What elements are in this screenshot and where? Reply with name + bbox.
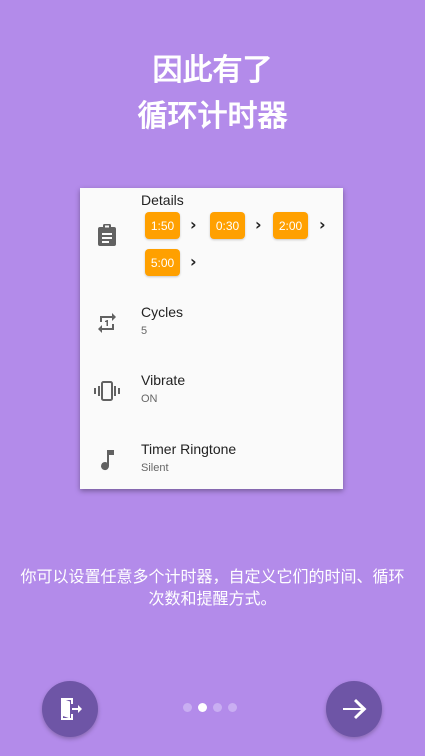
exit-button[interactable] <box>42 681 98 737</box>
ringtone-row: Timer Ringtone Silent <box>80 437 343 497</box>
description-text: 你可以设置任意多个计时器，自定义它们的时间、循环次数和提醒方式。 <box>20 567 405 608</box>
next-button[interactable] <box>326 681 382 737</box>
page-dot <box>228 703 237 712</box>
interval-chip: 5:00 <box>145 249 180 276</box>
repeat-one-icon <box>94 310 120 336</box>
preview-card: Details 1:50 › 0:30 › 2:00 › 5:00 › Cycl… <box>80 188 343 489</box>
vibrate-value: ON <box>141 393 158 405</box>
ringtone-value: Silent <box>141 462 169 474</box>
title-line-1: 因此有了 <box>152 53 273 88</box>
chevron-right-icon: › <box>190 252 197 271</box>
vibrate-label: Vibrate <box>141 372 186 388</box>
cycles-label: Cycles <box>141 304 184 320</box>
cycles-row: Cycles 5 <box>80 300 343 360</box>
details-label: Details <box>141 192 184 208</box>
interval-chip: 2:00 <box>273 212 308 239</box>
cycles-value: 5 <box>141 325 148 337</box>
chevron-right-icon: › <box>190 215 197 234</box>
exit-icon <box>61 698 82 720</box>
vibration-icon <box>94 378 120 404</box>
chevron-right-icon: › <box>255 215 262 234</box>
page-dot-active <box>198 703 207 712</box>
interval-chip: 1:50 <box>145 212 180 239</box>
vibrate-row: Vibrate ON <box>80 368 343 428</box>
arrow-right-icon <box>343 699 367 719</box>
chevron-right-icon: › <box>319 215 326 234</box>
page-dot <box>183 703 192 712</box>
clipboard-icon <box>94 222 120 248</box>
music-note-icon <box>94 447 120 473</box>
title-line-2: 循环计时器 <box>137 99 288 134</box>
ringtone-label: Timer Ringtone <box>141 441 237 457</box>
details-row: Details 1:50 › 0:30 › 2:00 › 5:00 › <box>80 188 343 288</box>
page-title: 因此有了 循环计时器 <box>0 48 425 140</box>
interval-chip: 0:30 <box>210 212 245 239</box>
page-dot <box>213 703 222 712</box>
